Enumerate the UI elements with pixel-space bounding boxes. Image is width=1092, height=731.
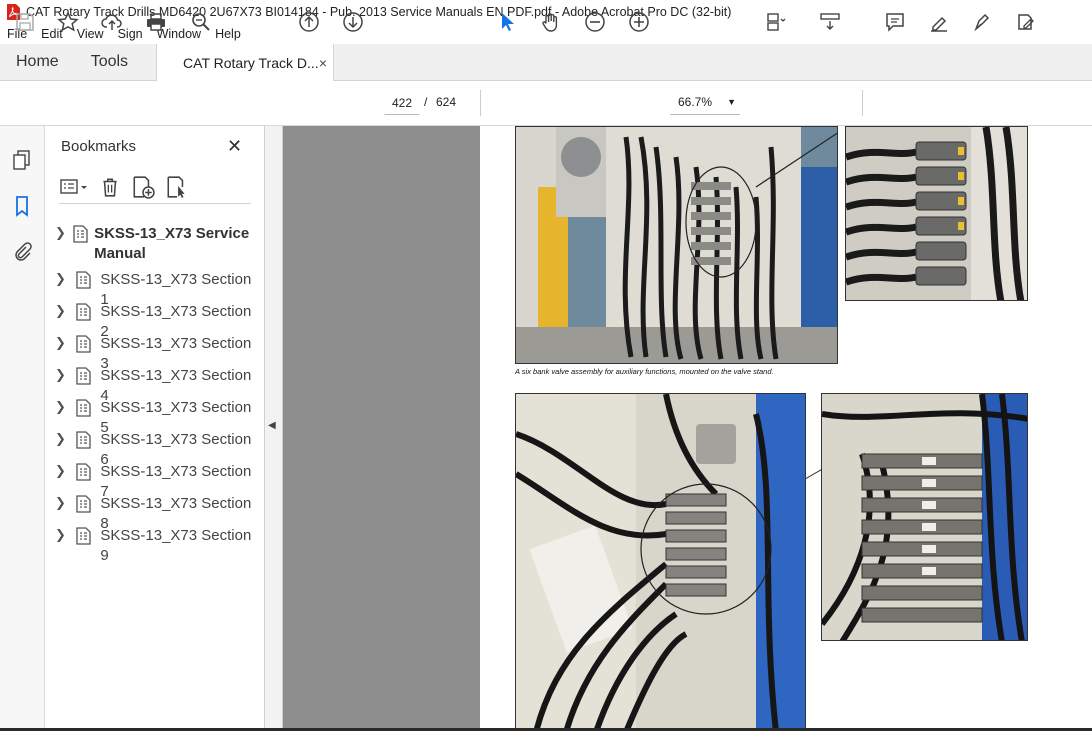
close-panel-icon[interactable]: ✕: [227, 136, 242, 157]
bookmark-tree-icon: [75, 366, 97, 386]
bookmark-item[interactable]: ❯ SKSS-13_X73 Section 4: [55, 366, 261, 404]
delete-bookmark-icon[interactable]: [99, 176, 121, 198]
bookmark-search-icon[interactable]: [165, 175, 189, 199]
select-cursor-icon[interactable]: [494, 9, 520, 35]
chevron-down-icon: ▼: [727, 97, 736, 107]
zoom-in-icon[interactable]: [626, 9, 652, 35]
bookmark-item[interactable]: ❯ SKSS-13_X73 Section 7: [55, 462, 261, 500]
print-icon[interactable]: [143, 9, 169, 35]
bookmark-tree-icon: [72, 224, 90, 244]
photo-valve-bank-closeup: [821, 393, 1028, 641]
page-display-icon[interactable]: [762, 9, 788, 35]
bookmark-star-icon[interactable]: [55, 9, 81, 35]
upload-cloud-icon[interactable]: [99, 9, 125, 35]
chevron-right-icon[interactable]: ❯: [55, 366, 69, 383]
total-pages: 624: [436, 95, 457, 109]
next-page-icon[interactable]: [340, 9, 366, 35]
tab-tools[interactable]: Tools: [75, 44, 144, 80]
hand-tool-icon[interactable]: [538, 9, 564, 35]
bookmark-tree-icon: [75, 494, 97, 514]
tab-bar: Home Tools CAT Rotary Track D... ×: [0, 44, 1092, 81]
tab-home[interactable]: Home: [0, 44, 75, 80]
bookmark-label: SKSS-13_X73 Service Manual: [94, 225, 250, 262]
bookmark-item[interactable]: ❯ SKSS-13_X73 Section 2: [55, 302, 261, 340]
chevron-right-icon[interactable]: ❯: [55, 462, 69, 479]
bookmarks-panel: Bookmarks ✕ ❯ SKSS-13_X73 Service Manual…: [45, 126, 265, 731]
chevron-right-icon[interactable]: ❯: [55, 334, 69, 351]
left-navigation-rail: [0, 126, 45, 731]
bookmark-options-icon[interactable]: [59, 177, 89, 197]
highlight-pen-icon[interactable]: [926, 9, 952, 35]
scroll-mode-icon[interactable]: [817, 9, 843, 35]
zoom-level-value: 66.7%: [678, 95, 713, 109]
bookmark-item[interactable]: ❯ SKSS-13_X73 Service Manual: [55, 224, 261, 270]
bookmark-tree-icon: [75, 398, 97, 418]
bookmarks-toolbar: [59, 175, 251, 204]
bookmark-tree-icon: [75, 270, 97, 290]
bookmark-item[interactable]: ❯ SKSS-13_X73 Section 9: [55, 526, 261, 564]
previous-page-icon[interactable]: [296, 9, 322, 35]
figure-caption: A six bank valve assembly for auxiliary …: [515, 367, 774, 376]
bookmark-tree-icon: [75, 334, 97, 354]
draw-tool-icon[interactable]: [970, 9, 996, 35]
bookmark-item[interactable]: ❯ SKSS-13_X73 Section 5: [55, 398, 261, 436]
bookmark-item[interactable]: ❯ SKSS-13_X73 Section 8: [55, 494, 261, 532]
collapse-panel-icon[interactable]: ◀: [268, 420, 276, 431]
main-toolbar: [0, 81, 1092, 126]
toolbar-divider: [480, 90, 481, 116]
bookmark-item[interactable]: ❯ SKSS-13_X73 Section 6: [55, 430, 261, 468]
chevron-right-icon[interactable]: ❯: [55, 494, 69, 511]
save-icon[interactable]: [12, 9, 38, 35]
tab-document-label: CAT Rotary Track D...: [183, 54, 319, 71]
bookmark-list: ❯ SKSS-13_X73 Service Manual ❯ SKSS-13_X…: [55, 224, 261, 564]
chevron-right-icon[interactable]: ❯: [55, 430, 69, 447]
page-separator: /: [424, 95, 428, 109]
photo-valve-bank-hoses: [515, 393, 806, 731]
bookmark-tree-icon: [75, 462, 97, 482]
zoom-out-icon[interactable]: [582, 9, 608, 35]
bookmark-tree-icon: [75, 430, 97, 450]
photo-valve-stand: [515, 126, 838, 364]
chevron-right-icon[interactable]: ❯: [55, 270, 69, 287]
close-tab-icon[interactable]: ×: [319, 55, 327, 71]
zoom-level-select[interactable]: 66.7% ▼: [670, 91, 740, 115]
bookmark-item[interactable]: ❯ SKSS-13_X73 Section 1: [55, 270, 261, 308]
toolbar-divider: [862, 90, 863, 116]
chevron-right-icon[interactable]: ❯: [55, 398, 69, 415]
attachments-paperclip-icon[interactable]: [10, 240, 34, 264]
add-bookmark-icon[interactable]: [131, 175, 155, 199]
bookmarks-panel-title: Bookmarks: [61, 138, 137, 155]
bookmark-tree-icon: [75, 526, 97, 546]
page-number-input[interactable]: 422: [384, 91, 420, 115]
tab-document[interactable]: CAT Rotary Track D... ×: [156, 44, 335, 81]
chevron-right-icon[interactable]: ❯: [55, 302, 69, 319]
bookmark-item[interactable]: ❯ SKSS-13_X73 Section 3: [55, 334, 261, 372]
bookmarks-panel-icon[interactable]: [10, 194, 34, 218]
photo-valve-closeup: [845, 126, 1028, 301]
fill-sign-icon[interactable]: [1013, 9, 1039, 35]
menu-help[interactable]: Help: [208, 27, 248, 41]
bookmark-tree-icon: [75, 302, 97, 322]
comment-icon[interactable]: [882, 9, 908, 35]
chevron-right-icon[interactable]: ❯: [55, 224, 66, 241]
page-thumbnails-icon[interactable]: [10, 148, 34, 172]
zoom-search-icon[interactable]: [188, 9, 214, 35]
bookmark-label: SKSS-13_X73 Section 9: [100, 527, 252, 564]
chevron-right-icon[interactable]: ❯: [55, 526, 69, 543]
